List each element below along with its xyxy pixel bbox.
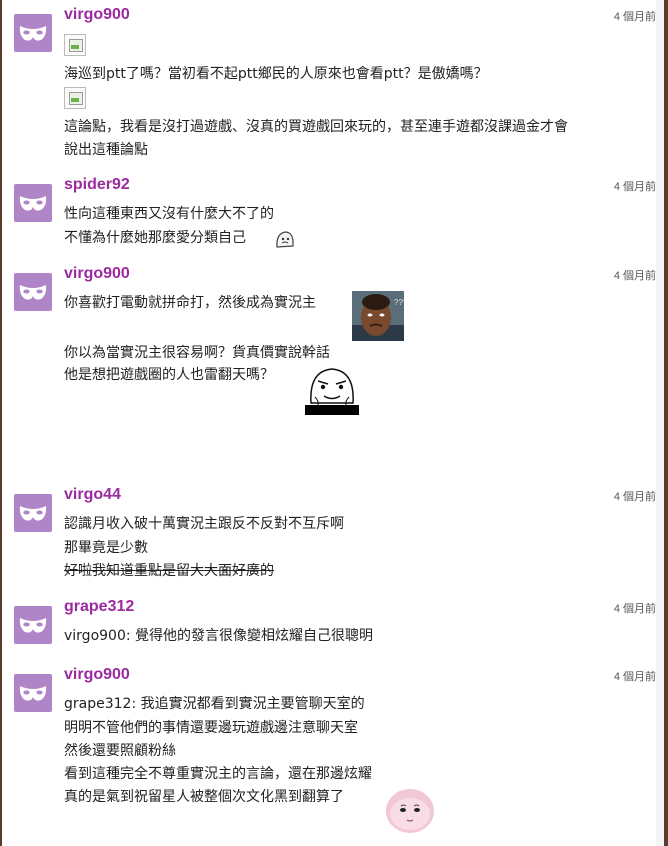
masquerade-mask-icon <box>19 618 47 633</box>
pink-blob-sticker-image <box>384 784 436 836</box>
comment-text-line: grape312: 我追實況都看到實況主要管聊天室的 <box>64 696 365 712</box>
sticker-caption: ??? <box>394 298 404 307</box>
masquerade-mask-icon <box>19 686 47 701</box>
avatar[interactable] <box>14 273 52 311</box>
avatar[interactable] <box>14 14 52 52</box>
comment-text-line-strikethrough: 好啦我知道重點是留大大面好廣的 <box>64 563 274 579</box>
avatar[interactable] <box>14 674 52 712</box>
masquerade-mask-icon <box>19 26 47 41</box>
broken-image-icon <box>64 87 86 109</box>
confused-face-meme-image: ??? <box>352 291 404 341</box>
timestamp: 4 個月前 <box>613 603 656 615</box>
username-link[interactable]: spider92 <box>64 176 130 194</box>
avatar[interactable] <box>14 606 52 644</box>
timestamp: 4 個月前 <box>613 270 656 282</box>
window-frame-right <box>664 0 668 846</box>
comment-text-line: 你以為當實況主很容易啊？貨真價實說幹話 <box>64 345 330 361</box>
comment-text-line: virgo900: 覺得他的發言很像變相炫耀自己很聰明 <box>64 628 374 644</box>
emoji-sticker-icon <box>276 231 294 248</box>
comment-text-line: 認識月收入破十萬實況主跟反不反對不互斥啊 <box>64 516 344 532</box>
comment-text-line: 明明不管他們的事情還要邊玩遊戲邊注意聊天室 <box>64 720 358 736</box>
timestamp: 4 個月前 <box>613 491 656 503</box>
comment-text-line: 海巡到ptt了嗎？當初看不起ptt鄉民的人原來也會看ptt？是傲嬌嗎？ <box>64 66 488 82</box>
comment-text-line: 然後還要照顧粉絲 <box>64 743 176 759</box>
username-link[interactable]: virgo900 <box>64 666 130 684</box>
comment-text-line: 性向這種東西又沒有什麼大不了的 <box>64 206 274 222</box>
username-link[interactable]: virgo900 <box>64 6 130 24</box>
timestamp: 4 個月前 <box>613 11 656 23</box>
username-link[interactable]: virgo900 <box>64 265 130 283</box>
avatar[interactable] <box>14 184 52 222</box>
rage-face-meme-image <box>305 361 359 415</box>
comment-text-line: 你喜歡打電動就拼命打，然後成為實況主 <box>64 295 316 311</box>
comment-text-line: 這論點，我看是沒打過遊戲、沒真的買遊戲回來玩的，甚至連手遊都沒課過金才會 <box>64 119 568 135</box>
masquerade-mask-icon <box>19 506 47 521</box>
comment-text-line: 看到這種完全不尊重實況主的言論，還在那邊炫耀 <box>64 766 372 782</box>
username-link[interactable]: grape312 <box>64 598 134 616</box>
comment-text-line: 不懂為什麼她那麼愛分類自己 <box>64 230 246 246</box>
comment-text-line: 他是想把遊戲圈的人也雷翻天嗎？ <box>64 367 274 383</box>
masquerade-mask-icon <box>19 285 47 300</box>
window-frame-left <box>0 0 2 846</box>
comment-text-line: 那畢竟是少數 <box>64 540 148 556</box>
masquerade-mask-icon <box>19 196 47 211</box>
avatar[interactable] <box>14 494 52 532</box>
username-link[interactable]: virgo44 <box>64 486 121 504</box>
timestamp: 4 個月前 <box>613 181 656 193</box>
broken-image-icon <box>64 34 86 56</box>
comment-text-line: 說出這種論點 <box>64 142 148 158</box>
comment-text-line: 真的是氣到祝留星人被整個次文化黑到翻算了 <box>64 789 344 805</box>
scrollbar-track[interactable] <box>656 0 664 846</box>
timestamp: 4 個月前 <box>613 671 656 683</box>
